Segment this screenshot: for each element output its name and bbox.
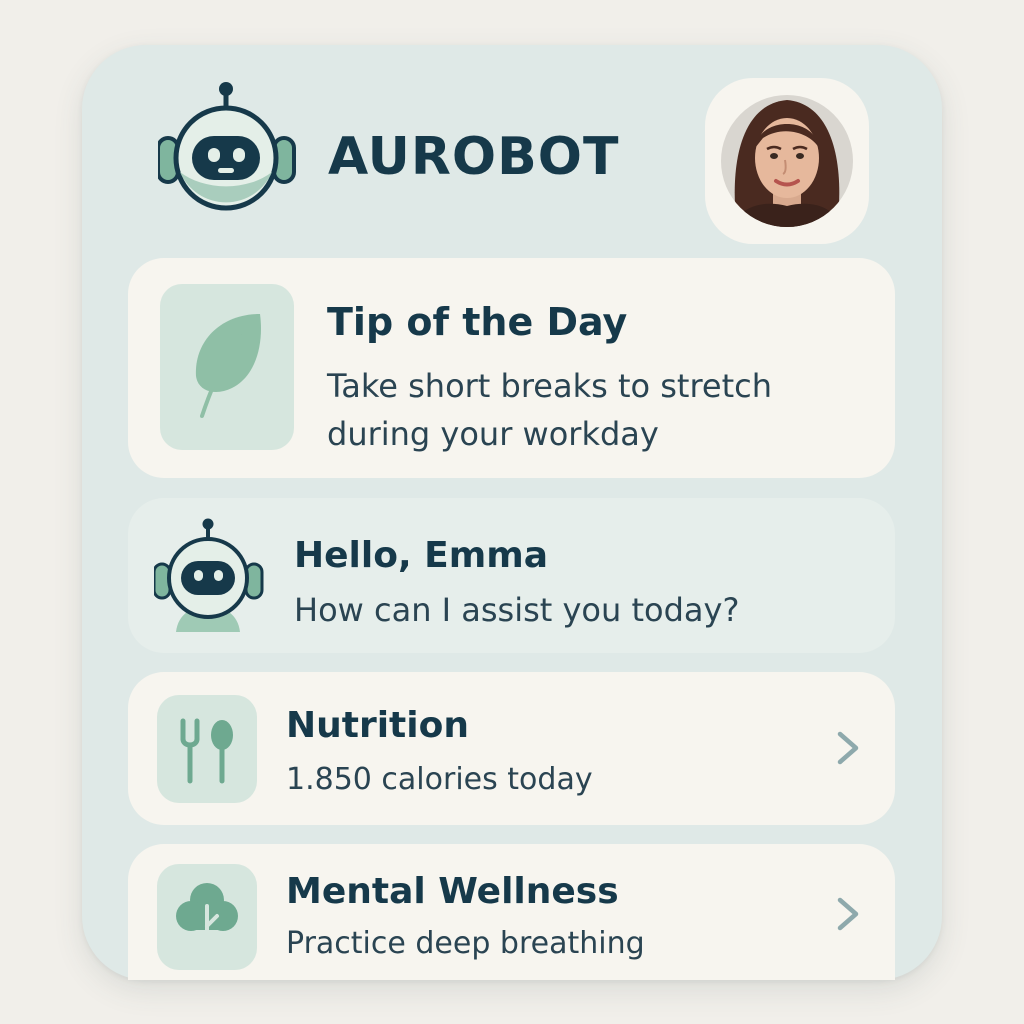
- brand-name: AUROBOT: [328, 127, 620, 187]
- chevron-right-icon[interactable]: [832, 892, 864, 936]
- avatar-button[interactable]: [705, 78, 869, 244]
- nutrition-icon-tile: [157, 695, 257, 803]
- wellness-subtitle: Practice deep breathing: [286, 926, 645, 961]
- user-avatar: [721, 95, 853, 227]
- chevron-right-icon[interactable]: [832, 726, 864, 770]
- tip-text-line1: Take short breaks to stretch: [327, 367, 773, 405]
- greeting-subtitle: How can I assist you today?: [294, 591, 740, 629]
- tip-icon-tile: [160, 284, 294, 450]
- wellness-icon-tile: [157, 864, 257, 970]
- nutrition-title: Nutrition: [286, 705, 469, 746]
- greeting-title: Hello, Emma: [294, 535, 549, 576]
- tip-title: Tip of the Day: [327, 300, 628, 344]
- leaf-icon: [195, 314, 261, 418]
- tree-icon: [176, 883, 238, 950]
- tip-text-line2: during your workday: [327, 415, 659, 453]
- fork-spoon-icon: [180, 718, 233, 784]
- wellness-title: Mental Wellness: [286, 871, 619, 912]
- nutrition-subtitle: 1.850 calories today: [286, 762, 593, 797]
- robot-icon: [154, 518, 264, 632]
- robot-icon: [158, 82, 296, 211]
